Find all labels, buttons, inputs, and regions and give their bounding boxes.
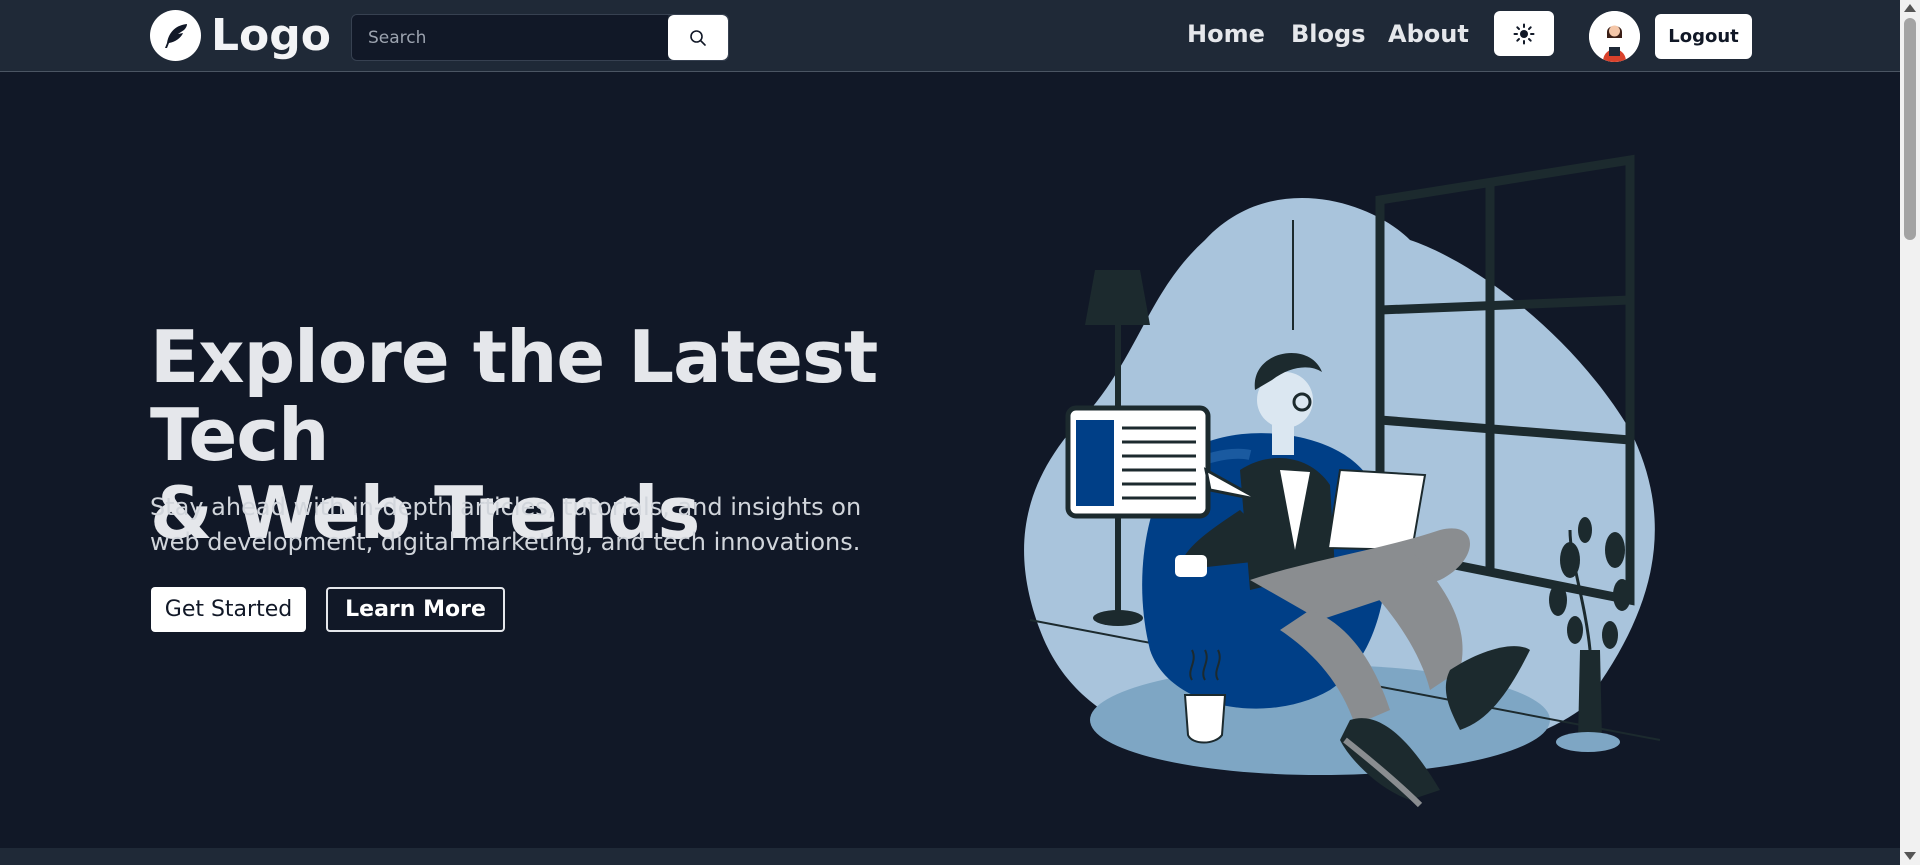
search-bar (351, 14, 729, 61)
search-icon (690, 29, 706, 46)
user-avatar[interactable] (1589, 11, 1640, 62)
search-input[interactable] (352, 15, 668, 60)
scroll-down-icon[interactable] (1904, 852, 1916, 860)
nav-blogs-link[interactable]: Blogs (1291, 20, 1365, 48)
nav-about-link[interactable]: About (1388, 20, 1469, 48)
top-navbar: Logo Home Blogs About (0, 0, 1900, 72)
nav-home-link[interactable]: Home (1187, 20, 1265, 48)
theme-toggle-button[interactable] (1494, 11, 1554, 56)
next-section-edge (0, 848, 1900, 865)
logo[interactable]: Logo (150, 10, 331, 61)
hero-subtitle: Stay ahead with in-depth articles, tutor… (150, 493, 862, 556)
logout-button[interactable]: Logout (1655, 14, 1752, 59)
hero-illustration (1024, 154, 1661, 808)
scroll-thumb[interactable] (1904, 18, 1916, 240)
hero-title-line1: Explore the Latest Tech (150, 315, 878, 477)
page-scrollbar[interactable] (1900, 0, 1920, 865)
feather-icon (150, 10, 201, 61)
get-started-button[interactable]: Get Started (151, 587, 306, 632)
scroll-up-icon[interactable] (1904, 4, 1916, 12)
sun-icon (1513, 23, 1535, 44)
search-button[interactable] (668, 15, 728, 60)
learn-more-button[interactable]: Learn More (326, 587, 505, 632)
logo-text: Logo (211, 10, 331, 61)
